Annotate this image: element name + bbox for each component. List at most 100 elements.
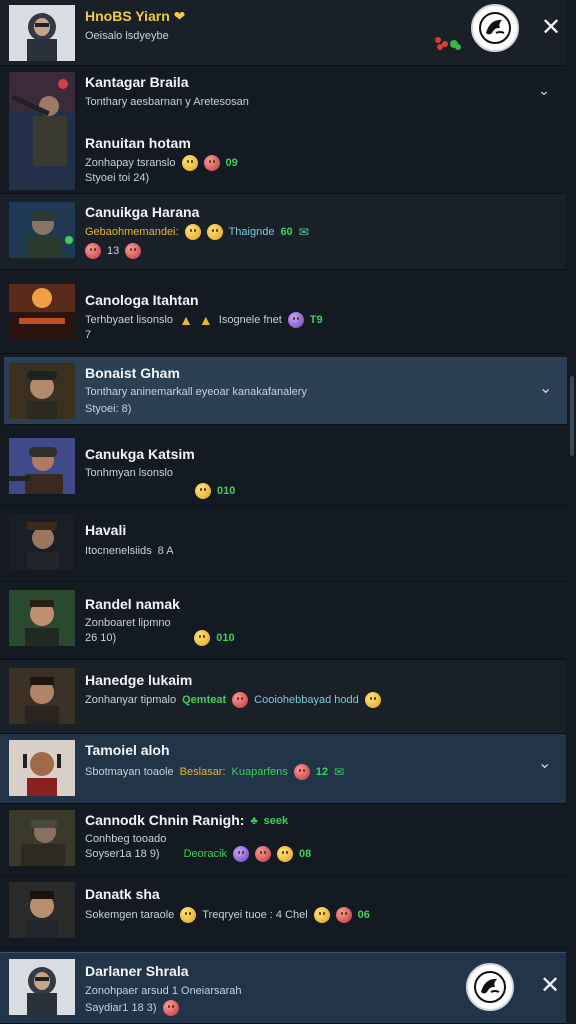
message-preview: Tonhmyan lsonslo <box>85 467 174 479</box>
contact-name: Randel namak <box>85 596 180 612</box>
avatar <box>9 438 75 494</box>
avatar <box>9 202 75 258</box>
contact-name: Canologa Itahtan <box>85 292 199 308</box>
message-preview: Zonboaret lipmno <box>85 617 171 629</box>
wolf-emblem-icon[interactable] <box>466 963 514 1011</box>
alien-emoji-icon <box>233 846 250 862</box>
avatar <box>9 810 75 866</box>
count-badge: 010 <box>217 485 236 497</box>
flame-icon: ▲ <box>198 312 213 328</box>
contact-name: Havali <box>85 522 127 538</box>
face-emoji-icon <box>293 764 310 780</box>
face-emoji-icon <box>335 907 352 923</box>
avatar <box>9 740 75 796</box>
avatar <box>9 668 75 724</box>
face-emoji-icon <box>162 1000 179 1016</box>
face-emoji-icon <box>255 846 272 862</box>
list-item[interactable]: Randel namak Zonboaret lipmno 26 10) 010 <box>0 582 566 660</box>
close-icon[interactable]: ✕ <box>539 974 561 998</box>
count-badge: 60 <box>280 226 293 238</box>
avatar-image <box>9 590 75 646</box>
contact-name: Kantagar Braila <box>85 74 189 90</box>
chevron-down-icon[interactable]: ⌄ <box>538 756 551 772</box>
message-tag: 8 A <box>157 545 174 557</box>
avatar <box>9 959 75 1015</box>
contact-name: Bonaist Gham <box>85 365 180 381</box>
wolf-emblem-icon[interactable] <box>471 4 519 52</box>
message-preview: Terhbyaet lisonslo <box>85 314 174 326</box>
message-tag: Deoracik <box>183 848 228 860</box>
message-tag: seek <box>263 814 289 827</box>
face-emoji-icon <box>232 692 249 708</box>
contact-name: Danatk sha <box>85 886 160 902</box>
list-item[interactable]: Canukga Katsim Tonhmyan lsonslo 010 <box>0 430 566 506</box>
count-badge: 06 <box>357 909 370 921</box>
smile-emoji-icon <box>206 224 223 240</box>
count-badge: T9 <box>309 314 323 326</box>
message-tag: Cooiohebbayad hodd <box>254 694 359 706</box>
envelope-icon: ✉ <box>298 225 309 239</box>
message-tag: Isognele fnet <box>218 314 282 326</box>
list-item[interactable]: Kantagar Braila Tonthary aesbarnan y Are… <box>0 66 566 194</box>
avatar-image <box>9 740 75 796</box>
list-item[interactable]: Cannodk Chnin Ranigh: ♣ seek Conhbeg too… <box>0 804 566 876</box>
close-icon[interactable]: ✕ <box>540 16 562 40</box>
avatar-image <box>9 668 75 724</box>
avatar-image <box>9 284 75 340</box>
avatar-image <box>9 72 75 190</box>
laugh-emoji-icon <box>203 155 220 171</box>
timestamp: Styoei: 8) <box>85 403 132 415</box>
avatar <box>9 284 75 340</box>
avatar-image <box>9 363 75 419</box>
contact-name: Tamoiel aloh <box>85 742 170 758</box>
avatar-image <box>9 810 75 866</box>
alien-emoji-icon <box>287 312 304 328</box>
timestamp: Saydiar1 18 3) <box>85 1002 157 1014</box>
notification-footer[interactable]: Darlaner Shrala Zonohpaer arsud 1 Oneiar… <box>0 952 566 1024</box>
message-preview: Zonhapay tsranslo <box>85 157 176 169</box>
message-tag: Kuaparfens <box>231 766 288 778</box>
avatar-image <box>9 438 75 494</box>
smile-emoji-icon <box>194 630 211 646</box>
message-tag: Qemteat <box>182 694 227 706</box>
message-tag: Thaignde <box>228 226 275 238</box>
avatar <box>9 514 75 570</box>
list-item[interactable]: Canuikga Harana Gebaohmemandei: Thaignde… <box>0 194 566 270</box>
timestamp: 26 10) <box>85 632 117 644</box>
envelope-icon: ✉ <box>334 765 345 779</box>
smile-emoji-icon <box>277 846 294 862</box>
avatar-image <box>9 959 75 1015</box>
heart-emoji-icon <box>85 243 101 259</box>
message-preview: Tonthary aesbarnan y Aretesosan <box>85 96 249 108</box>
smile-emoji-icon <box>180 907 197 923</box>
avatar-image <box>9 5 75 61</box>
count-badge: 08 <box>299 848 312 860</box>
chevron-down-icon[interactable]: ⌄ <box>539 381 552 397</box>
list-item[interactable]: Hanedge lukaim Zonhanyar tipmalo Qemteat… <box>0 660 566 734</box>
list-item[interactable]: Havali Itocnenelsiids 8 A <box>0 506 566 582</box>
count-badge: 010 <box>216 632 235 644</box>
face-emoji-icon <box>125 243 142 259</box>
avatar-image <box>9 882 75 938</box>
message-preview: Itocnenelsiids <box>85 545 152 557</box>
contact-name: Ranuitan hotam <box>85 135 191 151</box>
avatar <box>9 590 75 646</box>
contact-name: Canukga Katsim <box>85 446 195 462</box>
smile-emoji-icon <box>195 483 211 499</box>
message-tag: Treqryei tuoe : 4 Chel <box>202 909 308 921</box>
count-badge: 12 <box>315 766 329 778</box>
trophy-emoji-icon <box>313 907 330 923</box>
list-item-selected[interactable]: Bonaist Gham Tonthary aninemarkall eyeoa… <box>4 357 567 425</box>
chevron-down-icon[interactable]: ⌄ <box>538 83 550 97</box>
list-item[interactable]: Canologa Itahtan Terhbyaet lisonslo ▲ ▲ … <box>0 270 566 354</box>
list-item[interactable]: Danatk sha Sokemgen taraole Treqryei tuo… <box>0 876 566 948</box>
avatar <box>9 5 75 61</box>
message-preview: Zonhanyar tipmalo <box>85 694 177 706</box>
timestamp: Soyser1a 18 9) <box>85 848 160 860</box>
list-item[interactable]: Tamoiel aloh Sbotmayan toaole Beslasar: … <box>0 734 566 804</box>
scrollbar[interactable] <box>570 376 574 456</box>
notification-header[interactable]: HnoBS Yiarn ❤ Oeisalo lsdyeybe ✕ <box>0 0 566 66</box>
avatar-image <box>9 514 75 570</box>
contact-name: Canuikga Harana <box>85 204 200 220</box>
avatar <box>9 882 75 938</box>
